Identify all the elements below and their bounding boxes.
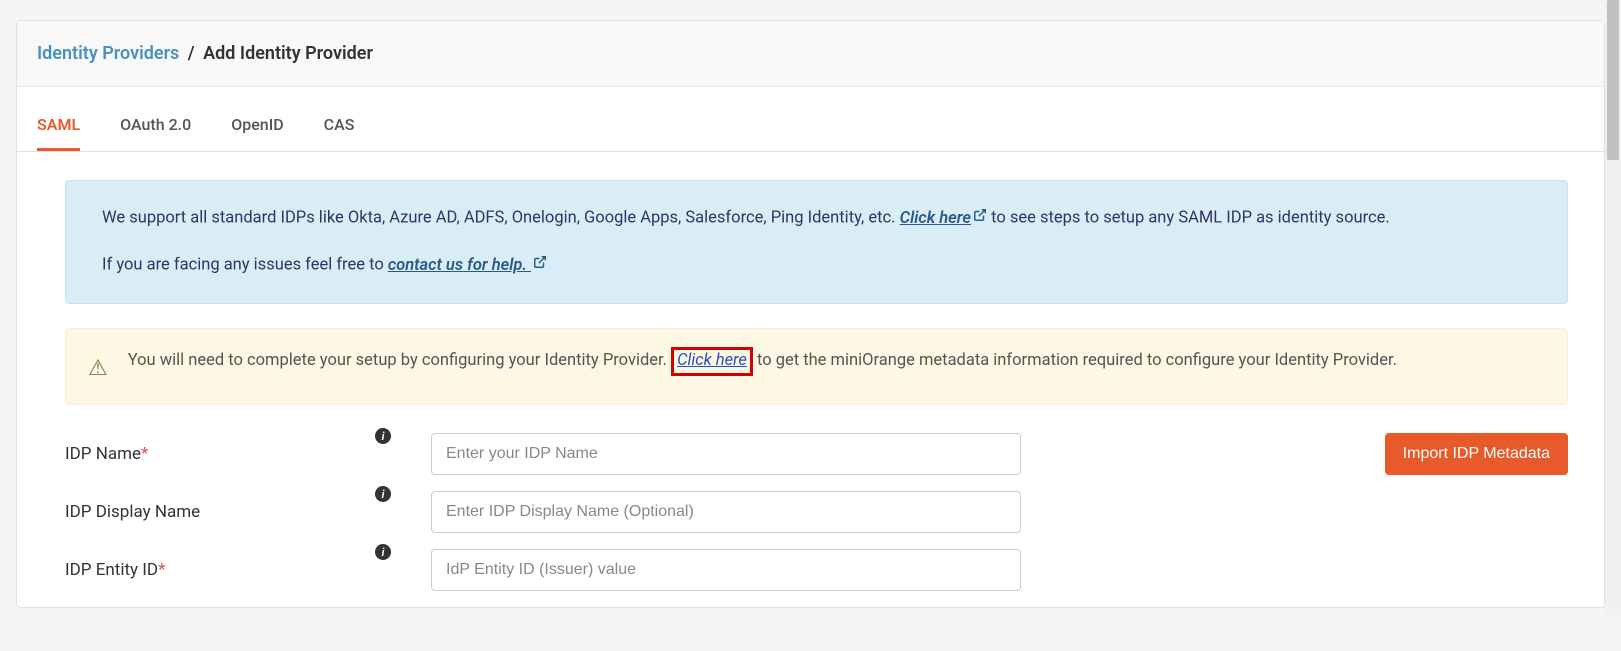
warn-text-a: You will need to complete your setup by … bbox=[128, 351, 671, 370]
click-here-metadata-link[interactable]: Click here bbox=[677, 351, 747, 370]
highlighted-box: Click here bbox=[671, 347, 753, 376]
tab-saml[interactable]: SAML bbox=[37, 101, 80, 151]
label-idp-name: IDP Name* bbox=[65, 444, 375, 464]
info-alert: We support all standard IDPs like Okta, … bbox=[65, 180, 1568, 304]
info-line-2: If you are facing any issues feel free t… bbox=[102, 252, 1531, 279]
external-link-icon bbox=[973, 205, 987, 231]
scrollbar-thumb[interactable] bbox=[1607, 0, 1619, 160]
info-line-1: We support all standard IDPs like Okta, … bbox=[102, 205, 1531, 232]
contact-us-link[interactable]: contact us for help. bbox=[388, 256, 547, 275]
scrollbar-track[interactable] bbox=[1605, 0, 1621, 615]
breadcrumb: Identity Providers / Add Identity Provid… bbox=[17, 21, 1604, 87]
info-icon[interactable]: i bbox=[375, 486, 391, 502]
info-icon[interactable]: i bbox=[375, 428, 391, 444]
breadcrumb-parent-link[interactable]: Identity Providers bbox=[37, 43, 179, 64]
required-asterisk: * bbox=[158, 560, 165, 580]
main-panel: Identity Providers / Add Identity Provid… bbox=[16, 20, 1605, 608]
tab-bar: SAML OAuth 2.0 OpenID CAS bbox=[17, 101, 1604, 152]
info-text: If you are facing any issues feel free t… bbox=[102, 256, 388, 275]
idp-entity-id-input[interactable] bbox=[431, 549, 1021, 591]
info-icon[interactable]: i bbox=[375, 544, 391, 560]
tab-oauth[interactable]: OAuth 2.0 bbox=[120, 101, 191, 151]
form-row-idp-entity-id: IDP Entity ID* i bbox=[65, 549, 1568, 591]
label-idp-display-name: IDP Display Name bbox=[65, 502, 375, 522]
tab-openid[interactable]: OpenID bbox=[231, 101, 283, 151]
idp-display-name-input[interactable] bbox=[431, 491, 1021, 533]
warn-text-b: to get the miniOrange metadata informati… bbox=[753, 351, 1397, 370]
external-link-icon bbox=[533, 252, 547, 278]
info-text: We support all standard IDPs like Okta, … bbox=[102, 209, 900, 228]
click-here-steps-link[interactable]: Click here bbox=[900, 209, 987, 228]
tab-content: We support all standard IDPs like Okta, … bbox=[17, 152, 1604, 591]
warning-alert: ⚠ You will need to complete your setup b… bbox=[65, 328, 1568, 405]
form-row-idp-display-name: IDP Display Name i bbox=[65, 491, 1568, 533]
tab-cas[interactable]: CAS bbox=[324, 101, 355, 151]
warning-text: You will need to complete your setup by … bbox=[128, 347, 1397, 376]
form-row-idp-name: IDP Name* i Import IDP Metadata bbox=[65, 433, 1568, 475]
required-asterisk: * bbox=[141, 444, 148, 464]
breadcrumb-separator: / bbox=[188, 43, 195, 64]
idp-name-input[interactable] bbox=[431, 433, 1021, 475]
label-idp-entity-id: IDP Entity ID* bbox=[65, 560, 375, 580]
warning-icon: ⚠ bbox=[88, 351, 108, 386]
import-idp-metadata-button[interactable]: Import IDP Metadata bbox=[1385, 433, 1568, 475]
info-text: to see steps to setup any SAML IDP as id… bbox=[991, 209, 1390, 228]
breadcrumb-current: Add Identity Provider bbox=[203, 43, 373, 64]
